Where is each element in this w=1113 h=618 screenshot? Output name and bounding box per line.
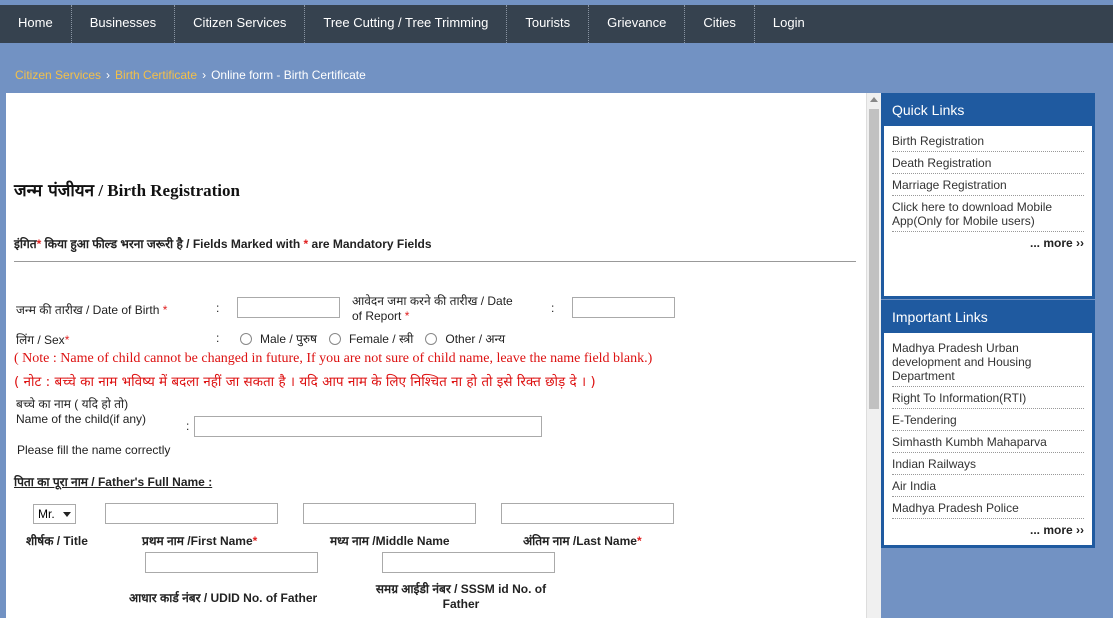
important-link-rti[interactable]: Right To Information(RTI) [892, 387, 1084, 409]
child-name-note-hindi: ( नोट : बच्चे का नाम भविष्य में बदला नही… [14, 374, 596, 390]
last-name-caption: अंतिम नाम /Last Name* [523, 532, 642, 549]
middle-name-caption: मध्य नाम /Middle Name [330, 534, 450, 548]
first-name-caption-text: प्रथम नाम /First Name [142, 534, 253, 548]
nav-menu: Home Businesses Citizen Services Tree Cu… [0, 5, 1113, 43]
important-link-indian-railways[interactable]: Indian Railways [892, 453, 1084, 475]
quick-links-more-link[interactable]: ... more ›› [884, 232, 1092, 254]
chevron-down-icon [63, 512, 71, 517]
colon: : [186, 419, 190, 433]
important-link-air-india[interactable]: Air India [892, 475, 1084, 497]
scrollbar-thumb[interactable] [869, 109, 879, 409]
sssm-caption-line2: Father [442, 597, 480, 611]
report-date-label-line2: of Report [352, 309, 402, 323]
breadcrumb-current: Online form - Birth Certificate [211, 68, 366, 82]
nav-login[interactable]: Login [755, 5, 823, 43]
breadcrumb-birth-certificate[interactable]: Birth Certificate [115, 68, 197, 82]
udid-caption: आधार कार्ड नंबर / UDID No. of Father [129, 591, 318, 605]
page-title-hindi: जन्म पंजीयन [14, 181, 95, 201]
quick-links-box: Quick Links Birth Registration Death Reg… [881, 93, 1095, 299]
nav-citizen-services[interactable]: Citizen Services [175, 5, 306, 43]
dob-label: जन्म की तारीख / Date of Birth * [16, 301, 167, 318]
required-star: * [162, 303, 168, 317]
sex-other-label: Other / अन्य [445, 332, 506, 346]
first-name-caption: प्रथम नाम /First Name* [142, 532, 257, 549]
last-name-caption-text: अंतिम नाम /Last Name [523, 534, 637, 548]
dob-label-text: जन्म की तारीख / Date of Birth [16, 303, 160, 317]
important-link-mp-urban-dev[interactable]: Madhya Pradesh Urban development and Hou… [892, 337, 1084, 387]
nav-businesses[interactable]: Businesses [72, 5, 176, 43]
important-links-box: Important Links Madhya Pradesh Urban dev… [881, 300, 1095, 548]
father-first-name-input[interactable] [105, 503, 278, 524]
mandatory-prefix: इंगित [14, 237, 37, 251]
breadcrumb-separator: › [202, 68, 207, 82]
quick-link-birth-registration[interactable]: Birth Registration [892, 130, 1084, 152]
sex-female-label: Female / स्त्री [348, 332, 414, 346]
vertical-scrollbar[interactable] [866, 93, 881, 618]
important-link-e-tendering[interactable]: E-Tendering [892, 409, 1084, 431]
father-udid-input[interactable] [145, 552, 318, 573]
breadcrumb-separator: › [106, 68, 111, 82]
dob-input[interactable] [237, 297, 340, 318]
title-caption: शीर्षक / Title [26, 534, 88, 548]
important-links-more-link[interactable]: ... more ›› [884, 519, 1092, 541]
important-link-mp-police[interactable]: Madhya Pradesh Police [892, 497, 1084, 519]
required-star: * [252, 534, 258, 548]
report-date-input[interactable] [572, 297, 675, 318]
father-last-name-input[interactable] [501, 503, 674, 524]
nav-home[interactable]: Home [0, 5, 72, 43]
report-date-label-line1: आवेदन जमा करने की तारीख / Date [352, 294, 513, 308]
sex-male-radio[interactable] [240, 332, 252, 345]
father-name-heading: पिता का पूरा नाम / Father's Full Name : [14, 475, 213, 489]
mandatory-note: इंगित* किया हुआ फील्ड भरना जरूरी है / Fi… [14, 235, 432, 252]
child-name-note-english: ( Note : Name of child cannot be changed… [14, 351, 653, 366]
page-title: जन्म पंजीयन / Birth Registration [14, 178, 240, 201]
child-name-label-english: Name of the child(if any) [16, 412, 147, 426]
breadcrumb-citizen-services[interactable]: Citizen Services [15, 68, 101, 82]
title-select[interactable]: Mr. [33, 504, 76, 524]
sssm-caption-line1: समग्र आईडी नंबर / SSSM id No. of [375, 582, 547, 596]
quick-links-title: Quick Links [884, 96, 1092, 126]
sex-radio-group: Male / पुरुष Female / स्त्री Other / अन्… [240, 330, 517, 347]
report-date-label: आवेदन जमा करने की तारीख / Date of Report… [352, 294, 513, 324]
sex-male-label: Male / पुरुष [260, 332, 317, 346]
child-name-input[interactable] [194, 416, 542, 437]
nav-tourists[interactable]: Tourists [507, 5, 590, 43]
child-name-label-hindi: बच्चे का नाम ( यदि हो तो) [16, 397, 129, 411]
important-link-simhasth[interactable]: Simhasth Kumbh Mahaparva [892, 431, 1084, 453]
top-navigation: Home Businesses Citizen Services Tree Cu… [0, 0, 1113, 43]
quick-link-death-registration[interactable]: Death Registration [892, 152, 1084, 174]
important-links-list: Madhya Pradesh Urban development and Hou… [884, 333, 1092, 519]
required-star: * [404, 309, 410, 323]
divider [14, 261, 856, 262]
colon: : [216, 331, 220, 345]
child-name-label: बच्चे का नाम ( यदि हो तो) Name of the ch… [16, 397, 146, 427]
nav-tree-cutting[interactable]: Tree Cutting / Tree Trimming [305, 5, 508, 43]
required-star: * [64, 333, 70, 347]
required-star: * [636, 534, 642, 548]
nav-cities[interactable]: Cities [685, 5, 755, 43]
nav-grievance[interactable]: Grievance [589, 5, 686, 43]
form-panel: जन्म पंजीयन / Birth Registration इंगित* … [6, 93, 866, 618]
mandatory-suffix: are Mandatory Fields [308, 237, 432, 251]
quick-links-list: Birth Registration Death Registration Ma… [884, 126, 1092, 232]
colon: : [551, 301, 555, 315]
quick-link-mobile-app[interactable]: Click here to download Mobile App(Only f… [892, 196, 1084, 232]
father-sssm-input[interactable] [382, 552, 555, 573]
scroll-up-arrow-icon[interactable] [870, 97, 878, 102]
colon: : [216, 301, 220, 315]
sex-label: लिंग / Sex* [16, 331, 69, 348]
page-title-english: / Birth Registration [94, 181, 240, 200]
sex-female-radio[interactable] [328, 332, 341, 345]
title-select-value: Mr. [38, 507, 55, 521]
important-links-title: Important Links [884, 303, 1092, 333]
quick-link-marriage-registration[interactable]: Marriage Registration [892, 174, 1084, 196]
sssm-caption: समग्र आईडी नंबर / SSSM id No. of Father [358, 582, 564, 612]
mandatory-mid: किया हुआ फील्ड भरना जरूरी है / Fields Ma… [41, 237, 304, 251]
child-name-hint: Please fill the name correctly [17, 443, 171, 457]
sex-other-radio[interactable] [425, 332, 438, 345]
sex-label-text: लिंग / Sex [16, 333, 65, 347]
father-middle-name-input[interactable] [303, 503, 476, 524]
breadcrumb: Citizen Services › Birth Certificate › Onlin… [15, 68, 366, 82]
